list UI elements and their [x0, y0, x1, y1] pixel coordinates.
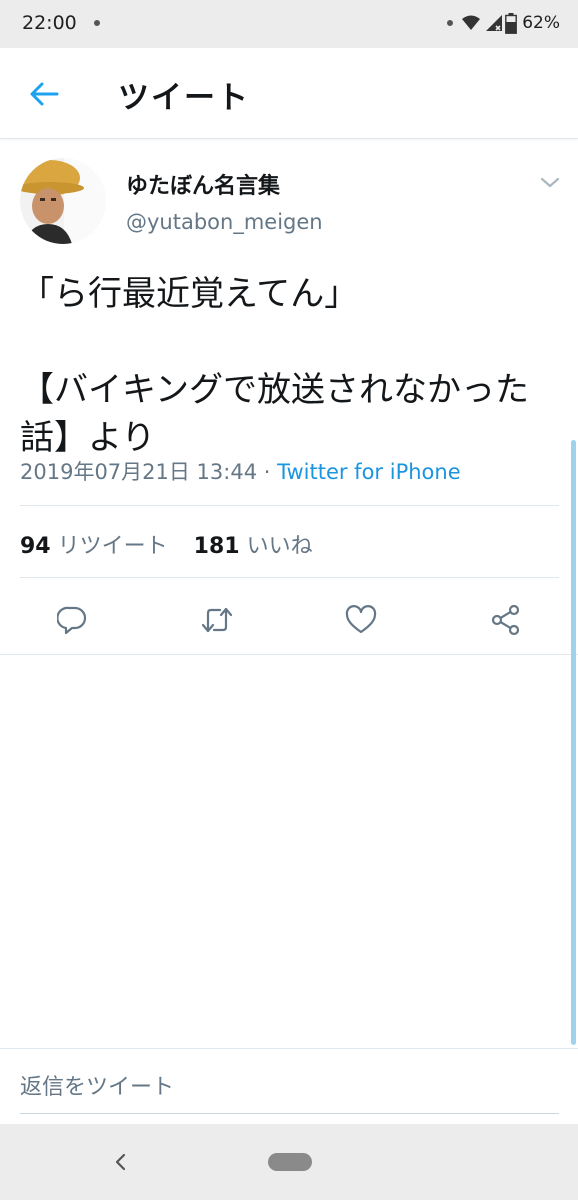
like-stat[interactable]: 181 いいね: [194, 534, 313, 559]
status-time: 22:00: [22, 12, 77, 34]
like-icon: [345, 605, 377, 634]
battery-icon: [505, 13, 517, 34]
like-label: いいね: [246, 534, 313, 559]
like-button[interactable]: [339, 598, 383, 642]
scrollbar[interactable]: [571, 440, 576, 1045]
reply-button[interactable]: [50, 598, 94, 642]
reply-icon: [57, 606, 87, 635]
tweet-timestamp: 2019年07月21日 13:44: [20, 460, 258, 484]
user-handle[interactable]: @yutabon_meigen: [126, 210, 323, 234]
like-count: 181: [193, 534, 240, 559]
tweet-detail-page: 22:00 62% ツイート ゆたぼん名言集 @yutabon_meigen 「…: [0, 0, 578, 1200]
retweet-count: 94: [20, 534, 51, 559]
app-header: ツイート: [0, 48, 578, 139]
battery-percentage: 62%: [522, 13, 560, 33]
nav-home-pill[interactable]: [268, 1153, 312, 1171]
retweet-button[interactable]: [195, 598, 239, 642]
wifi-icon: [462, 15, 480, 30]
reply-input[interactable]: 返信をツイート: [20, 1069, 559, 1114]
status-bar: 22:00 62%: [0, 0, 578, 48]
divider: [20, 577, 559, 578]
tweet-meta: 2019年07月21日 13:44 · Twitter for iPhone: [20, 456, 461, 486]
reply-bar: 返信をツイート: [0, 1048, 578, 1125]
avatar[interactable]: [20, 158, 106, 244]
signal-icon: [486, 15, 502, 31]
avatar-image: [20, 158, 106, 244]
tweet-source[interactable]: Twitter for iPhone: [277, 460, 461, 484]
system-nav-bar: [0, 1124, 578, 1200]
divider: [20, 505, 559, 506]
retweet-label: リツイート: [57, 534, 168, 559]
retweet-icon: [201, 607, 233, 633]
display-name[interactable]: ゆたぼん名言集: [126, 168, 280, 200]
tweet-text: 「ら行最近覚えてん」 【バイキングで放送されなかった話】より: [20, 274, 529, 458]
section-divider: [0, 654, 578, 655]
arrow-left-icon: [30, 82, 59, 106]
share-button[interactable]: [484, 598, 528, 642]
chevron-down-icon[interactable]: [538, 170, 562, 194]
back-button[interactable]: [22, 72, 66, 116]
meta-separator: ·: [257, 460, 278, 484]
page-title: ツイート: [118, 80, 250, 116]
nav-back-icon[interactable]: [106, 1148, 134, 1176]
share-icon: [491, 604, 520, 636]
tweet-stats: 94 リツイート 181 いいね: [20, 528, 313, 560]
status-dot-icon: [447, 20, 453, 26]
tweet-actions: [0, 590, 578, 646]
notification-dot-icon: [94, 20, 100, 26]
retweet-stat[interactable]: 94 リツイート: [20, 534, 168, 559]
